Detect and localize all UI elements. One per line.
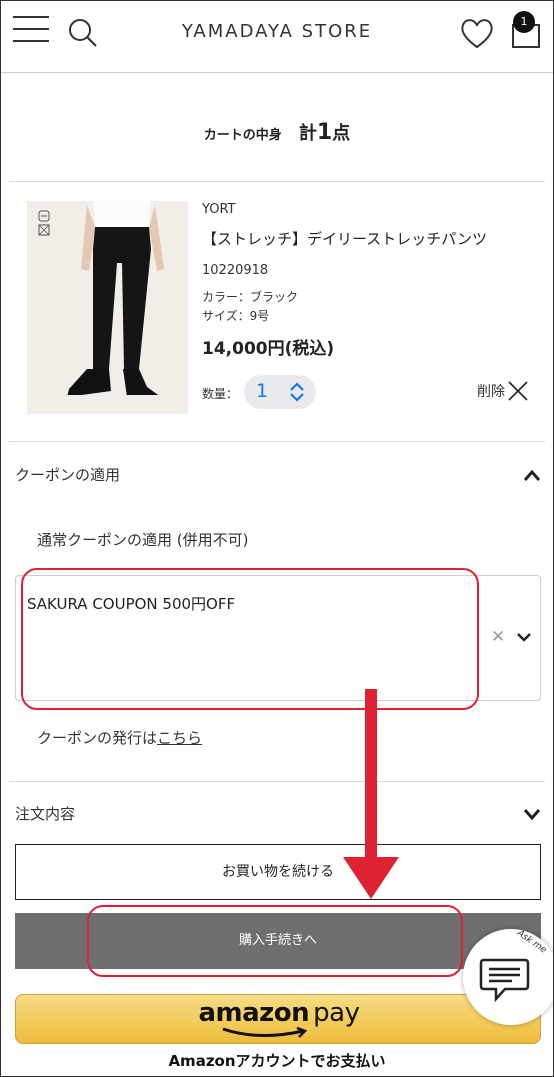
clear-coupon-icon[interactable]: ✕ [491,627,505,647]
divider [9,441,545,442]
continue-shopping-button[interactable]: お買い物を続ける [15,844,541,900]
checkout-button[interactable]: 購入手続きへ [15,913,541,969]
coupon-issue-link[interactable]: こちら [157,729,202,747]
chevron-down-icon[interactable] [515,627,533,647]
product-brand: YORT [202,202,236,217]
quantity-label: 数量： [202,387,239,401]
product-price: 14,000円(税込) [202,339,335,359]
cart-label: カートの中身 [203,128,282,143]
delete-button[interactable]: 削除 [477,381,505,401]
screen: YAMADAYA STORE 1 カートの中身 計1点 YORT 【ストレッチ】… [0,0,554,1077]
quantity-value: 1 [256,380,269,402]
coupon-selected-value[interactable]: SAKURA COUPON 500円OFF [27,593,235,614]
product-image[interactable] [27,201,188,414]
coupon-subtitle: 通常クーポンの適用 (併用不可) [37,531,249,549]
chevron-down-icon[interactable] [521,803,543,825]
chat-icon[interactable] [479,957,531,1003]
product-code: 10220918 [202,263,269,278]
cart-summary: カートの中身 計1点 [1,119,553,145]
annotation-arrow-icon [343,689,399,899]
coupon-section-title[interactable]: クーポンの適用 [15,464,120,485]
amazon-pay-logo: amazon pay [198,998,360,1028]
amazon-pay-caption: Amazonアカウントでお支払い [168,1052,386,1070]
top-header: YAMADAYA STORE 1 [1,1,553,73]
divider [9,781,545,782]
product-color: カラー：ブラック [202,290,299,304]
order-section-title[interactable]: 注文内容 [15,803,75,824]
close-icon[interactable] [507,380,529,402]
product-size: サイズ：9号 [202,309,270,323]
quantity-select[interactable]: 1 [244,375,316,409]
up-down-chevron-icon [290,382,304,402]
divider [9,181,545,182]
chevron-up-icon[interactable] [521,465,543,487]
amazon-pay-button[interactable]: amazon pay [15,994,541,1044]
coupon-issue-text: クーポンの発行はこちら [37,729,203,747]
cart-count-badge: 1 [513,11,535,33]
product-name[interactable]: 【ストレッチ】デイリーストレッチパンツ [202,228,487,249]
favorite-heart-icon[interactable] [459,16,495,50]
cart-total: 計1点 [298,120,351,145]
amazon-smile-icon [222,1027,308,1038]
cart-total-number: 1 [316,120,333,145]
